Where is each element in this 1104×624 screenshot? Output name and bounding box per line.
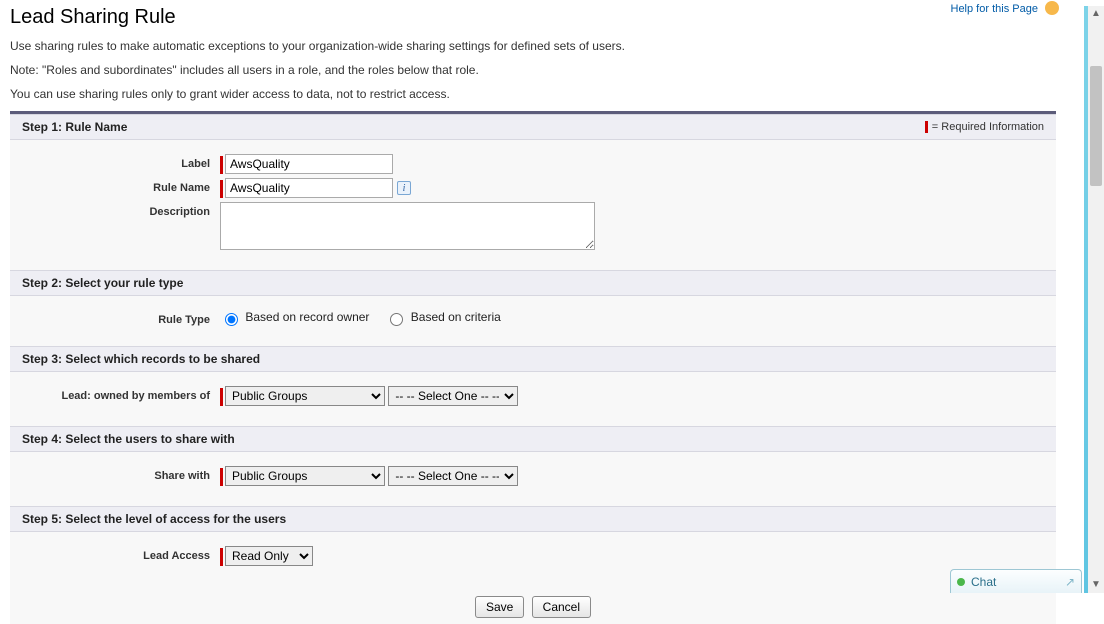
required-indicator-icon (220, 180, 223, 198)
intro-paragraph-3: You can use sharing rules only to grant … (10, 87, 1056, 101)
step4-header: Step 4: Select the users to share with (10, 426, 1056, 452)
scroll-up-arrow-icon[interactable]: ▲ (1088, 6, 1104, 22)
help-for-this-page-link[interactable]: Help for this Page (951, 2, 1060, 16)
step1-title: Step 1: Rule Name (22, 120, 127, 134)
vertical-scrollbar[interactable]: ▲ ▼ (1088, 6, 1104, 593)
scroll-down-arrow-icon[interactable]: ▼ (1088, 577, 1104, 593)
label-field-label: Label (10, 154, 220, 170)
chat-widget[interactable]: Chat ↗ (950, 569, 1082, 593)
ruletype-criteria-option[interactable]: Based on criteria (385, 310, 500, 326)
page-title: Lead Sharing Rule (10, 6, 1056, 29)
intro-paragraph-2: Note: "Roles and subordinates" includes … (10, 63, 1056, 77)
lead-access-select[interactable]: Read Only (225, 546, 313, 566)
ruletype-owner-radio[interactable] (225, 313, 238, 326)
share-with-label: Share with (10, 466, 220, 482)
required-info-legend: = Required Information (925, 121, 1044, 133)
step3-title: Step 3: Select which records to be share… (22, 352, 260, 366)
label-input[interactable] (225, 154, 393, 174)
description-field-label: Description (10, 202, 220, 218)
presence-dot-icon (957, 578, 965, 586)
step5-title: Step 5: Select the level of access for t… (22, 512, 286, 526)
save-button[interactable]: Save (475, 596, 524, 618)
step3-header: Step 3: Select which records to be share… (10, 346, 1056, 372)
step2-title: Step 2: Select your rule type (22, 276, 183, 290)
required-bar-icon (925, 121, 928, 133)
form-area: Step 1: Rule Name = Required Information… (10, 111, 1056, 624)
required-indicator-icon (220, 156, 223, 174)
intro-paragraph-1: Use sharing rules to make automatic exce… (10, 39, 1056, 53)
required-indicator-icon (220, 548, 223, 566)
required-indicator-icon (220, 388, 223, 406)
required-indicator-icon (220, 468, 223, 486)
help-icon (1045, 1, 1059, 15)
share-with-target-select[interactable]: -- -- Select One -- -- (388, 466, 518, 486)
info-icon[interactable]: i (397, 181, 411, 195)
lead-access-label: Lead Access (10, 546, 220, 562)
description-textarea[interactable] (220, 202, 595, 250)
lead-owned-target-select[interactable]: -- -- Select One -- -- (388, 386, 518, 406)
cancel-button[interactable]: Cancel (532, 596, 591, 618)
chat-expand-icon[interactable]: ↗ (1065, 575, 1075, 589)
ruletype-field-label: Rule Type (10, 310, 220, 326)
step1-header: Step 1: Rule Name = Required Information (10, 114, 1056, 140)
step5-header: Step 5: Select the level of access for t… (10, 506, 1056, 532)
rulename-input[interactable] (225, 178, 393, 198)
scroll-thumb[interactable] (1090, 66, 1102, 186)
lead-owned-label: Lead: owned by members of (10, 386, 220, 402)
button-bar: Save Cancel (10, 586, 1056, 624)
lead-owned-group-select[interactable]: Public Groups (225, 386, 385, 406)
chat-label: Chat (971, 575, 996, 589)
help-label: Help for this Page (951, 3, 1038, 15)
ruletype-owner-option[interactable]: Based on record owner (220, 310, 369, 326)
step4-title: Step 4: Select the users to share with (22, 432, 235, 446)
step2-header: Step 2: Select your rule type (10, 270, 1056, 296)
ruletype-criteria-radio[interactable] (390, 313, 403, 326)
rulename-field-label: Rule Name (10, 178, 220, 194)
share-with-group-select[interactable]: Public Groups (225, 466, 385, 486)
